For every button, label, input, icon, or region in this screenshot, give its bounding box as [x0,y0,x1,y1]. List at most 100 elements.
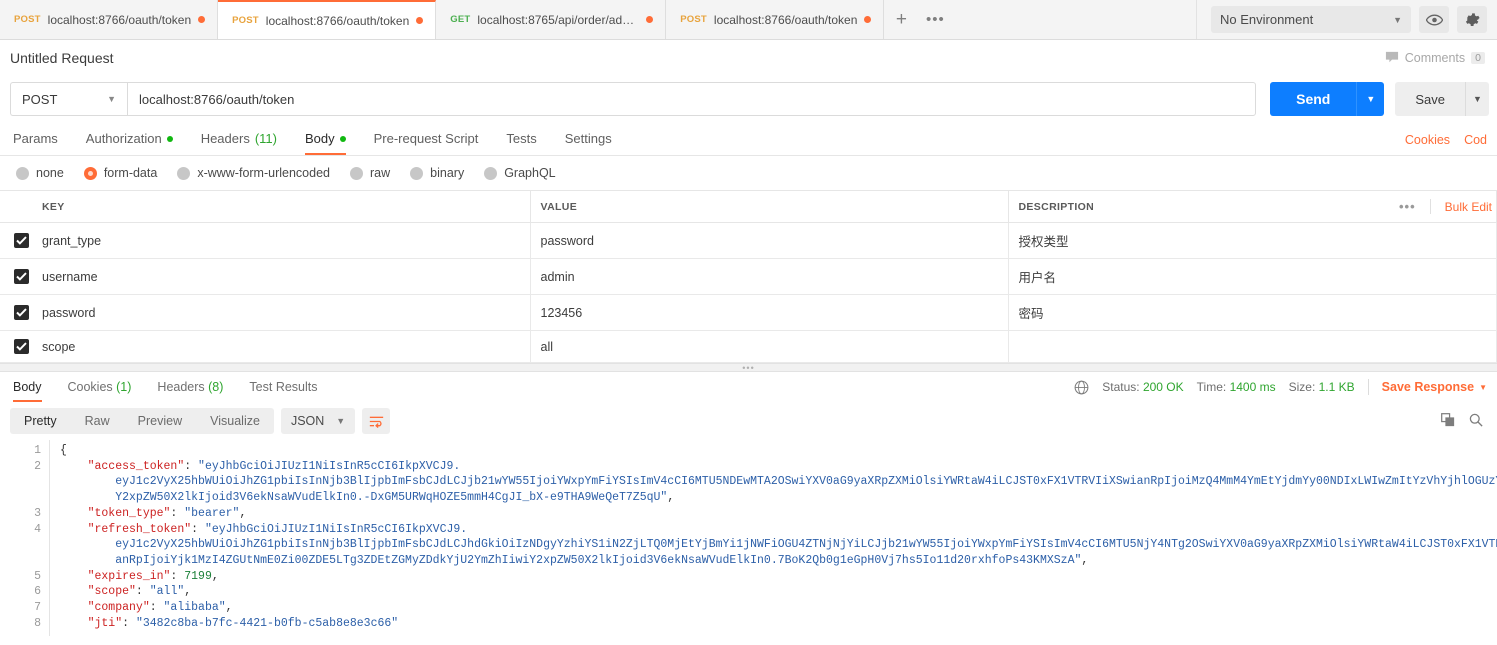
save-button[interactable]: Save [1395,82,1465,116]
radio-icon[interactable] [16,166,29,180]
code-line: "scope": "all", [60,584,1497,600]
bulk-edit-button[interactable]: Bulk Edit [1431,200,1492,214]
send-button[interactable]: Send [1270,82,1357,116]
body-type-x-www-form-urlencoded[interactable]: x-www-form-urlencoded [171,166,344,180]
unsaved-indicator-icon[interactable] [646,16,654,23]
request-tab-0[interactable]: POST localhost:8766/oauth/token [0,0,219,39]
settings-button[interactable] [1457,6,1487,33]
request-tab-item-body[interactable]: Body [291,131,360,155]
tab-label: Cookies [67,380,113,394]
word-wrap-button[interactable] [362,408,391,434]
row-checkbox[interactable] [14,339,29,354]
request-tab-item-tests[interactable]: Tests [492,131,550,155]
eye-icon [1425,13,1443,26]
row-value-cell[interactable]: all [530,330,1009,363]
view-mode-visualize[interactable]: Visualize [196,408,274,434]
response-body-code[interactable]: 1 2 3 4 5 6 78 { "access_token": "eyJhbGciOi… [0,440,1497,636]
tab-method-label: POST [680,14,707,25]
response-view-mode-group: Pretty Raw Preview Visualize [10,408,274,434]
time-label: Time: [1196,380,1227,394]
save-options-button[interactable]: ▼ [1465,82,1489,116]
request-tab-3[interactable]: POST localhost:8766/oauth/token [666,0,885,39]
request-tab-item-headers[interactable]: Headers (11) [187,131,291,155]
unsaved-indicator-icon[interactable] [864,16,872,23]
tab-active-indicator-icon [339,135,346,142]
code-token: : [135,585,150,599]
response-tab-body[interactable]: Body [10,372,55,402]
link-cod[interactable]: Cod [1464,133,1487,147]
radio-icon[interactable] [484,166,498,180]
environment-quick-look-button[interactable] [1419,6,1449,33]
tabs-container: POST localhost:8766/oauth/token POST localh… [0,0,885,39]
meta-divider [1367,379,1369,395]
description-label: DESCRIPTION [1018,200,1095,213]
line-number: 3 [34,506,41,520]
request-tab-item-authorization[interactable]: Authorization [72,131,187,155]
radio-icon[interactable] [410,166,424,180]
row-checkbox-cell [0,222,40,259]
code-token: : [184,459,199,473]
row-value-cell[interactable]: 123456 [530,294,1009,331]
response-tab-headers[interactable]: Headers (8) [144,372,236,402]
page-title: Untitled Request [10,49,114,66]
radio-icon[interactable] [83,166,97,180]
table-options-button[interactable]: ••• [1385,199,1431,214]
code-token: , [1081,553,1089,567]
request-tab-1[interactable]: POST localhost:8766/oauth/token [218,0,437,39]
line-number-gutter: 1 2 3 4 5 6 78 [0,440,50,636]
row-value-cell[interactable]: admin [530,258,1009,295]
row-checkbox[interactable] [14,269,29,284]
environment-select[interactable]: No Environment ▼ [1211,6,1411,33]
row-description-cell[interactable]: 用户名 [1008,258,1497,295]
link-cookies[interactable]: Cookies [1405,133,1450,147]
code-line: "refresh_token": "eyJhbGciOiJIUzI1NiIsIn… [60,522,1497,538]
body-type-binary[interactable]: binary [404,166,478,180]
view-mode-raw[interactable]: Raw [71,408,124,434]
new-tab-button[interactable]: + [884,0,919,39]
tab-url-label: localhost:8765/api/order/addO... [477,12,640,27]
save-response-button[interactable]: Save Response ▼ [1382,380,1487,394]
row-description-cell[interactable]: 授权类型 [1008,222,1497,259]
row-checkbox[interactable] [14,233,29,248]
row-checkbox[interactable] [14,305,29,320]
row-key-cell[interactable]: scope [40,330,531,363]
view-mode-preview[interactable]: Preview [124,408,196,434]
response-tab-test-results[interactable]: Test Results [236,372,330,402]
unsaved-indicator-icon[interactable] [198,16,206,23]
body-type-form-data[interactable]: form-data [78,166,172,180]
request-tab-item-params[interactable]: Params [10,131,72,155]
response-view-row: Pretty Raw Preview Visualize JSON ▼ [0,402,1497,440]
row-key-cell[interactable]: grant_type [40,222,531,259]
row-description-cell[interactable]: 密码 [1008,294,1497,331]
send-options-button[interactable]: ▼ [1356,82,1385,116]
url-input[interactable] [127,82,1257,116]
code-token: "3482c8ba-b7fc-4421-b0fb-c5ab8e8e3c66" [135,616,399,630]
request-tab-item-settings[interactable]: Settings [551,131,626,155]
tab-overflow-menu-button[interactable]: ••• [918,0,953,39]
view-mode-pretty[interactable]: Pretty [10,408,71,434]
body-type-GraphQL[interactable]: GraphQL [478,166,569,180]
request-tab-item-pre-request-script[interactable]: Pre-request Script [360,131,493,155]
comments-button[interactable]: Comments 0 [1385,51,1485,65]
radio-icon[interactable] [350,166,363,180]
row-key-cell[interactable]: password [40,294,531,331]
request-tab-2[interactable]: GET localhost:8765/api/order/addO... [436,0,667,39]
row-key-cell[interactable]: username [40,258,531,295]
body-type-label: x-www-form-urlencoded [197,166,330,180]
row-value-cell[interactable]: password [530,222,1009,259]
search-response-button[interactable] [1469,413,1483,430]
http-method-select[interactable]: POST ▼ [10,82,127,116]
unsaved-indicator-icon[interactable] [416,17,424,24]
row-checkbox-cell [0,258,40,295]
pane-resize-handle[interactable]: ••• [0,363,1497,373]
radio-icon[interactable] [177,166,191,180]
request-tabs: Params Authorization Headers (11) Body Pre-re… [10,131,626,155]
body-type-raw[interactable]: raw [344,166,404,180]
row-description-cell[interactable] [1008,330,1497,363]
table-tools: ••• Bulk Edit [1385,199,1492,214]
response-tab-cookies[interactable]: Cookies (1) [55,372,145,402]
response-format-select[interactable]: JSON ▼ [280,408,356,434]
copy-button[interactable] [1441,412,1455,430]
code-content[interactable]: { "access_token": "eyJhbGciOiJIUzI1NiIsI… [50,440,1497,636]
body-type-none[interactable]: none [10,166,78,180]
